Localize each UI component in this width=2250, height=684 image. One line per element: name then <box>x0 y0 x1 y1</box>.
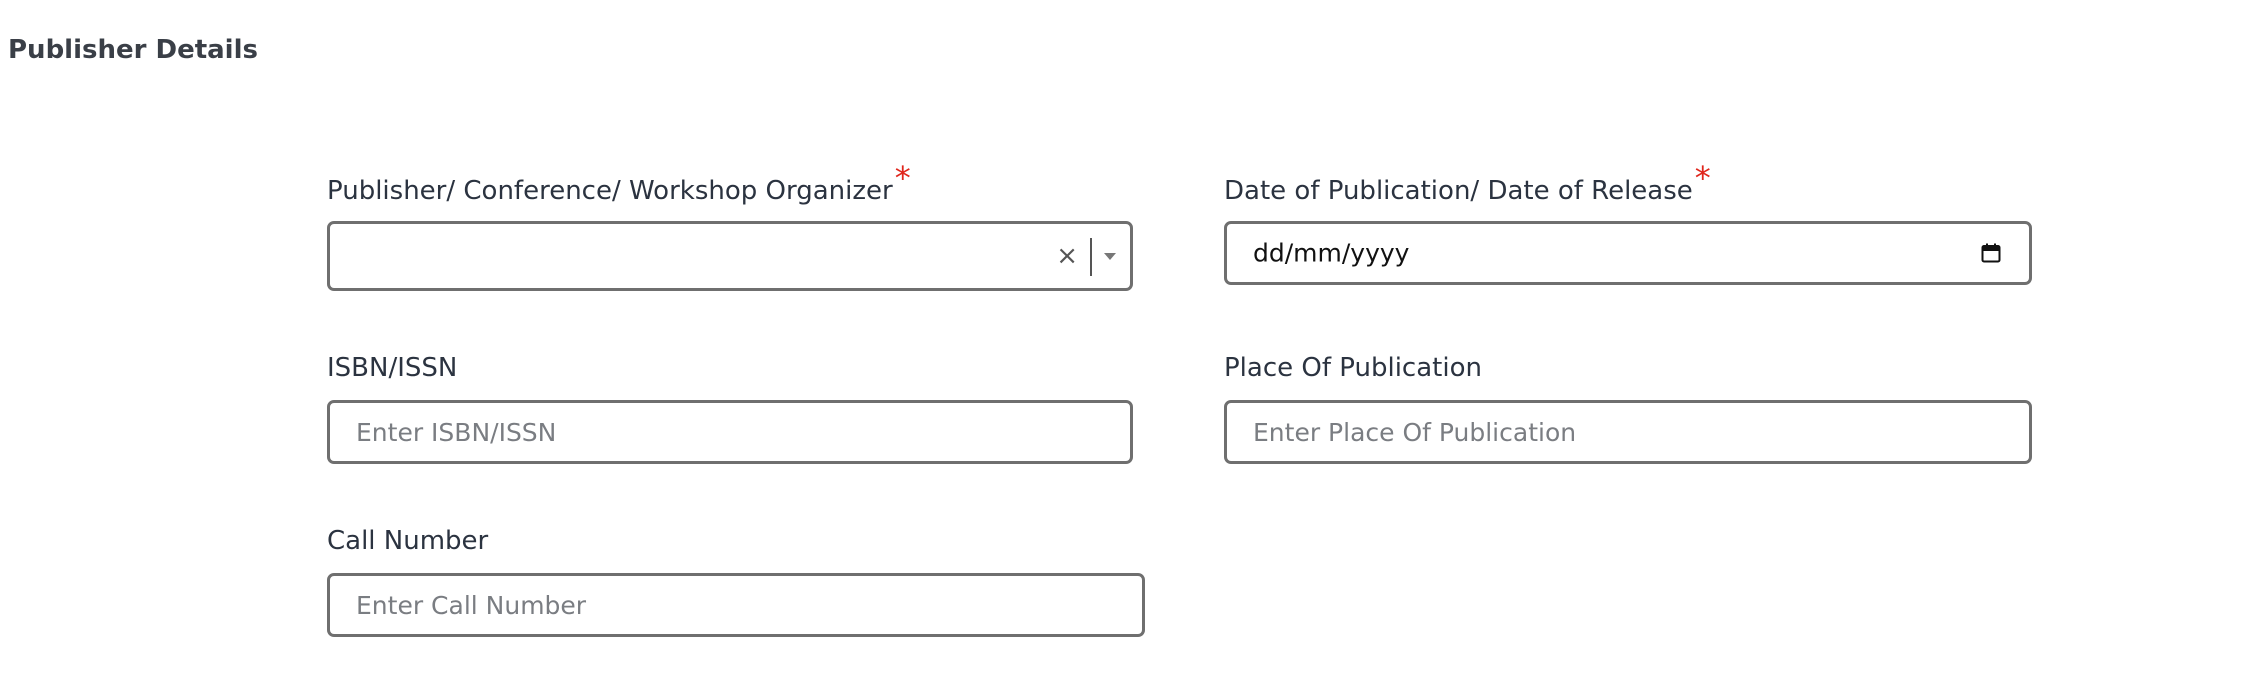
isbn-label: ISBN/ISSN <box>327 353 458 383</box>
isbn-input[interactable] <box>327 400 1133 464</box>
call-number-input[interactable] <box>327 573 1145 637</box>
chevron-down-icon[interactable] <box>1104 253 1116 260</box>
select-separator <box>1090 238 1092 276</box>
date-field[interactable]: dd/mm/yyyy <box>1224 221 2032 285</box>
publisher-label-text: Publisher/ Conference/ Workshop Organize… <box>327 176 893 206</box>
place-label: Place Of Publication <box>1224 353 1482 383</box>
publisher-label: Publisher/ Conference/ Workshop Organize… <box>327 160 911 209</box>
date-label-text: Date of Publication/ Date of Release <box>1224 176 1693 206</box>
close-icon[interactable]: × <box>1056 243 1078 269</box>
required-asterisk: * <box>1694 159 1711 197</box>
date-label: Date of Publication/ Date of Release* <box>1224 160 1711 209</box>
place-input[interactable] <box>1224 400 2032 464</box>
required-asterisk: * <box>894 159 911 197</box>
call-number-label: Call Number <box>327 526 489 556</box>
publisher-select[interactable]: × <box>327 221 1133 291</box>
section-title: Publisher Details <box>8 35 258 65</box>
calendar-icon[interactable] <box>1981 243 2001 263</box>
date-value: dd/mm/yyyy <box>1253 238 1410 268</box>
